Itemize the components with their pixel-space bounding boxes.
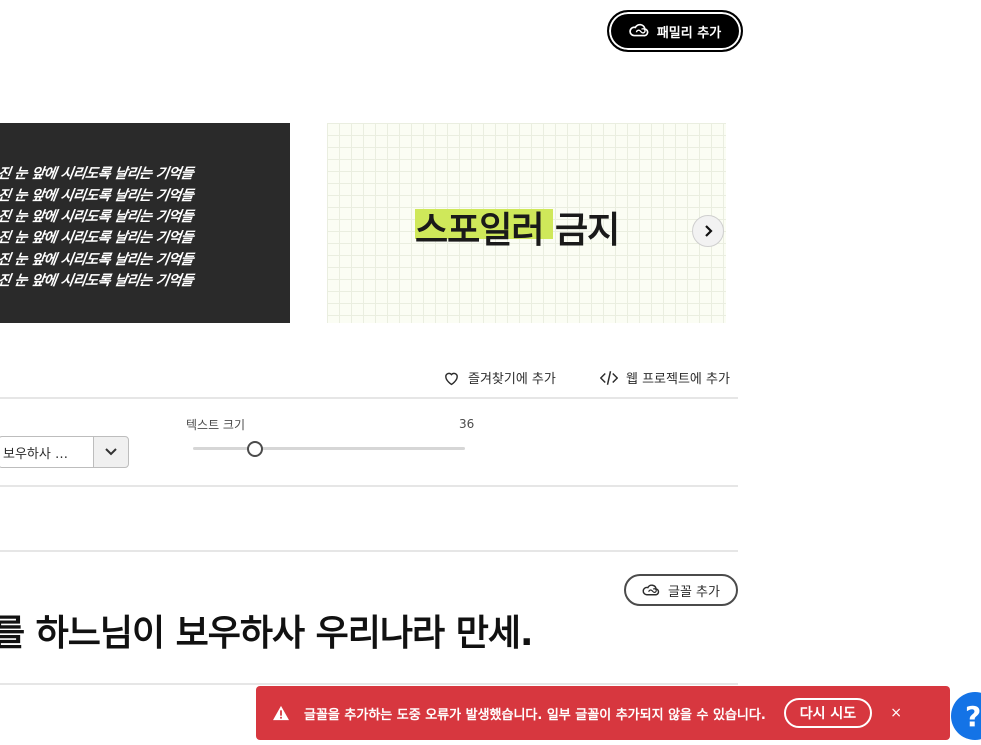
chevron-down-icon	[105, 448, 117, 456]
specimen-line: 진 눈 앞에 시리도록 날리는 기억들	[0, 252, 195, 268]
specimen-line: 진 눈 앞에 시리도록 날리는 기억들	[0, 230, 195, 246]
sample-text-select[interactable]: 보우하사 …	[0, 436, 93, 468]
specimen-image-dark[interactable]: 진 눈 앞에 시리도록 날리는 기억들 진 눈 앞에 시리도록 날리는 기억들 …	[0, 123, 290, 323]
toast-message: 글꼴을 추가하는 도중 오류가 발생했습니다. 일부 글꼴이 추가되지 않을 수…	[304, 707, 766, 723]
error-toast: 글꼴을 추가하는 도중 오류가 발생했습니다. 일부 글꼴이 추가되지 않을 수…	[256, 686, 950, 740]
help-icon: ?	[965, 699, 981, 733]
help-button[interactable]: ?	[951, 692, 981, 740]
specimen-line: 진 눈 앞에 시리도록 날리는 기억들	[0, 209, 195, 225]
creative-cloud-icon	[642, 584, 660, 596]
font-sample-text: 를 하느님이 보우하사 우리나라 만세.	[0, 613, 534, 654]
specimen-line: 진 눈 앞에 시리도록 날리는 기억들	[0, 273, 195, 289]
code-icon	[600, 370, 618, 385]
specimen-line: 진 눈 앞에 시리도록 날리는 기억들	[0, 166, 195, 182]
divider	[0, 683, 738, 685]
retry-label: 다시 시도	[799, 706, 857, 722]
text-size-slider[interactable]	[193, 447, 465, 450]
creative-cloud-icon	[629, 23, 649, 37]
divider	[0, 550, 738, 552]
close-toast-button[interactable]: ×	[890, 705, 902, 721]
chevron-right-icon	[705, 225, 713, 237]
web-project-label: 웹 프로젝트에 추가	[626, 372, 730, 387]
carousel-next-button[interactable]	[692, 215, 724, 247]
warning-icon	[273, 705, 289, 721]
divider	[0, 397, 738, 399]
favorite-label: 즐겨찾기에 추가	[468, 372, 556, 387]
retry-button[interactable]: 다시 시도	[783, 698, 873, 728]
sample-select-dropdown-button[interactable]	[93, 436, 129, 468]
divider	[0, 485, 738, 487]
specimen-image-light[interactable]: 스포일러 금지	[327, 123, 726, 323]
text-size-value: 36	[459, 417, 475, 431]
add-family-button[interactable]: 패밀리 추가	[607, 10, 743, 52]
specimen-line: 진 눈 앞에 시리도록 날리는 기억들	[0, 188, 195, 204]
add-to-web-project-link[interactable]: 웹 프로젝트에 추가	[600, 368, 730, 387]
add-font-button[interactable]: 글꼴 추가	[624, 574, 738, 606]
text-size-slider-handle[interactable]	[247, 441, 263, 457]
sample-select-value: 보우하사 …	[3, 446, 68, 462]
add-family-label: 패밀리 추가	[656, 25, 722, 41]
add-font-label: 글꼴 추가	[668, 584, 720, 600]
text-size-label: 텍스트 크기	[186, 418, 246, 432]
add-to-favorites-link[interactable]: 즐겨찾기에 추가	[443, 368, 556, 387]
heart-icon	[445, 372, 458, 385]
specimen-headline: 스포일러 금지	[415, 210, 620, 251]
